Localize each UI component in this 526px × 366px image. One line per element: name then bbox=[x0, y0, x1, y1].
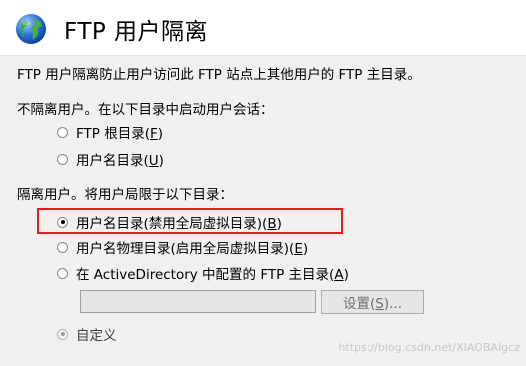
radio-username-physical-dir[interactable]: 用户名物理目录(启用全局虚拟目录)(E) bbox=[57, 237, 308, 257]
radio-label: 用户名物理目录(启用全局虚拟目录)(E) bbox=[76, 241, 309, 257]
settings-button-label: 设置(S)... bbox=[343, 296, 402, 312]
radio-button[interactable] bbox=[57, 241, 68, 253]
radio-label: 用户名目录(U) bbox=[76, 153, 164, 169]
radio-username-dir-disable-global[interactable]: 用户名目录(禁用全局虚拟目录)(B) bbox=[57, 212, 282, 232]
radio-label: 用户名目录(禁用全局虚拟目录)(B) bbox=[76, 216, 282, 232]
no-isolation-heading: 不隔离用户。在以下目录中启动用户会话： bbox=[17, 102, 274, 118]
radio-button[interactable] bbox=[57, 153, 68, 165]
radio-button[interactable] bbox=[57, 267, 68, 279]
radio-button[interactable] bbox=[57, 216, 68, 228]
radio-label: 自定义 bbox=[76, 328, 117, 344]
radio-button[interactable] bbox=[57, 328, 68, 340]
radio-button[interactable] bbox=[57, 126, 68, 138]
radio-label: FTP 根目录(F) bbox=[76, 126, 164, 142]
header: FTP 用户隔离 bbox=[0, 0, 526, 56]
ad-path-input[interactable] bbox=[80, 290, 316, 313]
page-title: FTP 用户隔离 bbox=[64, 19, 209, 45]
globe-icon bbox=[16, 14, 46, 44]
settings-button[interactable]: 设置(S)... bbox=[321, 290, 424, 314]
description-text: FTP 用户隔离防止用户访问此 FTP 站点上其他用户的 FTP 主目录。 bbox=[17, 67, 421, 83]
radio-ftp-root[interactable]: FTP 根目录(F) bbox=[57, 122, 163, 142]
radio-custom[interactable]: 自定义 bbox=[57, 324, 117, 344]
radio-username-directory[interactable]: 用户名目录(U) bbox=[57, 149, 164, 169]
radio-active-directory[interactable]: 在 ActiveDirectory 中配置的 FTP 主目录(A) bbox=[57, 263, 349, 283]
isolation-heading: 隔离用户。将用户局限于以下目录： bbox=[17, 187, 233, 203]
watermark: https://blog.csdn.net/XIAOBAIgcz bbox=[338, 341, 520, 354]
radio-label: 在 ActiveDirectory 中配置的 FTP 主目录(A) bbox=[76, 267, 349, 283]
